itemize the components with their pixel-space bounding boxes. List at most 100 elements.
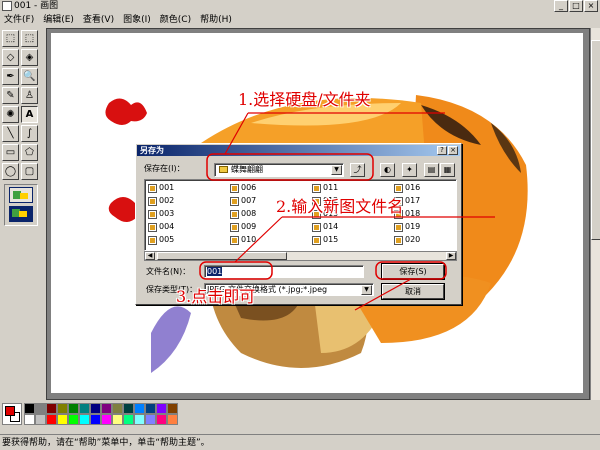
desktop-button[interactable]: ◐ bbox=[380, 163, 395, 177]
minimize-button[interactable]: _ bbox=[554, 0, 568, 12]
list-item[interactable]: 010 bbox=[230, 234, 256, 246]
cancel-button[interactable]: 取消 bbox=[382, 284, 444, 299]
text-icon[interactable]: A bbox=[21, 106, 38, 123]
airbrush-icon[interactable]: ✺ bbox=[2, 106, 19, 123]
scroll-right-icon[interactable]: ▶ bbox=[446, 252, 456, 260]
rect-select-icon[interactable]: ⬚ bbox=[21, 30, 38, 47]
jpeg-file-icon bbox=[312, 183, 321, 193]
color-swatch[interactable] bbox=[79, 403, 90, 414]
color-swatch[interactable] bbox=[35, 414, 46, 425]
dialog-help-button[interactable]: ? bbox=[437, 146, 447, 155]
scroll-thumb[interactable] bbox=[591, 40, 600, 240]
scroll-thumb[interactable] bbox=[157, 252, 287, 260]
ellipse-icon[interactable]: ◯ bbox=[2, 163, 19, 180]
annotation-step-2: 2.输入新图文件名 bbox=[276, 197, 404, 216]
pick-color-icon[interactable]: ✒ bbox=[2, 68, 19, 85]
color-swatch[interactable] bbox=[123, 414, 134, 425]
chevron-down-icon[interactable]: ▼ bbox=[361, 285, 372, 295]
color-swatch[interactable] bbox=[46, 403, 57, 414]
color-swatch[interactable] bbox=[101, 414, 112, 425]
status-text: 要获得帮助，请在“帮助”菜单中，单击“帮助主题”。 bbox=[2, 438, 210, 448]
list-item[interactable]: 004 bbox=[148, 221, 174, 233]
eraser-icon[interactable]: ◇ bbox=[2, 49, 19, 66]
scroll-left-icon[interactable]: ◀ bbox=[145, 252, 155, 260]
save-button[interactable]: 保存(S) bbox=[382, 264, 444, 279]
free-select-icon[interactable]: ⬚ bbox=[2, 30, 19, 47]
color-swatch[interactable] bbox=[57, 414, 68, 425]
new-folder-button[interactable]: ✦ bbox=[402, 163, 417, 177]
pencil-icon[interactable]: ✎ bbox=[2, 87, 19, 104]
details-view-button[interactable]: ▦ bbox=[440, 163, 455, 177]
list-item[interactable]: 011 bbox=[312, 182, 338, 194]
list-item[interactable]: 001 bbox=[148, 182, 174, 194]
fill-icon[interactable]: ◈ bbox=[21, 49, 38, 66]
list-item[interactable]: 014 bbox=[312, 221, 338, 233]
maximize-button[interactable]: □ bbox=[569, 0, 583, 12]
line-icon[interactable]: ╲ bbox=[2, 125, 19, 142]
color-swatch[interactable] bbox=[101, 403, 112, 414]
menu-image[interactable]: 图象(I) bbox=[123, 13, 151, 27]
color-swatch[interactable] bbox=[24, 414, 35, 425]
color-swatch[interactable] bbox=[57, 403, 68, 414]
file-list-scrollbar[interactable]: ◀ ▶ bbox=[144, 251, 457, 261]
menu-edit[interactable]: 编辑(E) bbox=[43, 13, 74, 27]
list-item[interactable]: 019 bbox=[394, 221, 420, 233]
dialog-close-button[interactable]: × bbox=[448, 146, 458, 155]
save-as-dialog: 另存为 ? × 保存在(I)： 蝶舞翩翩 ▼ ⤴ ◐ ✦ ▤ ▦ 001 002… bbox=[135, 143, 462, 305]
list-item[interactable]: 002 bbox=[148, 195, 174, 207]
foreground-color-swatch bbox=[5, 406, 15, 416]
color-swatch[interactable] bbox=[68, 414, 79, 425]
filename-input[interactable]: 001 bbox=[204, 265, 364, 278]
list-item[interactable]: 008 bbox=[230, 208, 256, 220]
color-swatch[interactable] bbox=[112, 414, 123, 425]
color-swatch[interactable] bbox=[134, 414, 145, 425]
color-swatch[interactable] bbox=[167, 414, 178, 425]
dialog-title-bar: 另存为 ? × bbox=[137, 145, 460, 156]
vertical-scrollbar[interactable] bbox=[590, 28, 600, 400]
color-swatch[interactable] bbox=[90, 414, 101, 425]
color-swatch[interactable] bbox=[134, 403, 145, 414]
color-swatch[interactable] bbox=[24, 403, 35, 414]
color-swatch[interactable] bbox=[156, 403, 167, 414]
list-item[interactable]: 009 bbox=[230, 221, 256, 233]
curve-icon[interactable]: ∫ bbox=[21, 125, 38, 142]
up-folder-button[interactable]: ⤴ bbox=[350, 163, 365, 177]
toolbox: ⬚ ⬚ ◇ ◈ ✒ 🔍 ✎ ♙ ✺ A ╲ ∫ ▭ ⬠ ◯ ▢ bbox=[2, 30, 42, 230]
color-swatch[interactable] bbox=[123, 403, 134, 414]
brush-icon[interactable]: ♙ bbox=[21, 87, 38, 104]
menu-file[interactable]: 文件(F) bbox=[4, 13, 34, 27]
annotation-step-3: 3.点击即可 bbox=[176, 287, 256, 306]
menu-help[interactable]: 帮助(H) bbox=[200, 13, 232, 27]
menu-view[interactable]: 查看(V) bbox=[83, 13, 114, 27]
color-swatch[interactable] bbox=[156, 414, 167, 425]
list-item[interactable]: 005 bbox=[148, 234, 174, 246]
list-item[interactable]: 016 bbox=[394, 182, 420, 194]
transparent-option-icon[interactable] bbox=[9, 206, 33, 222]
color-swatch[interactable] bbox=[35, 403, 46, 414]
color-swatch[interactable] bbox=[145, 414, 156, 425]
color-swatch[interactable] bbox=[46, 414, 57, 425]
color-swatch[interactable] bbox=[79, 414, 90, 425]
polygon-icon[interactable]: ⬠ bbox=[21, 144, 38, 161]
save-in-combo[interactable]: 蝶舞翩翩 ▼ bbox=[214, 163, 344, 177]
list-item[interactable]: 006 bbox=[230, 182, 256, 194]
current-colors[interactable] bbox=[2, 403, 22, 425]
menu-colors[interactable]: 颜色(C) bbox=[160, 13, 191, 27]
opaque-option-icon[interactable] bbox=[9, 187, 33, 203]
color-swatch[interactable] bbox=[90, 403, 101, 414]
list-item[interactable]: 003 bbox=[148, 208, 174, 220]
list-view-button[interactable]: ▤ bbox=[424, 163, 439, 177]
color-swatch[interactable] bbox=[68, 403, 79, 414]
list-item[interactable]: 020 bbox=[394, 234, 420, 246]
close-button[interactable]: × bbox=[584, 0, 598, 12]
rounded-rect-icon[interactable]: ▢ bbox=[21, 163, 38, 180]
list-item[interactable]: 007 bbox=[230, 195, 256, 207]
color-swatch[interactable] bbox=[112, 403, 123, 414]
color-swatch[interactable] bbox=[167, 403, 178, 414]
color-swatch[interactable] bbox=[145, 403, 156, 414]
list-item[interactable]: 015 bbox=[312, 234, 338, 246]
rectangle-icon[interactable]: ▭ bbox=[2, 144, 19, 161]
chevron-down-icon[interactable]: ▼ bbox=[331, 165, 342, 175]
magnifier-icon[interactable]: 🔍 bbox=[21, 68, 38, 85]
jpeg-file-icon bbox=[230, 222, 239, 232]
